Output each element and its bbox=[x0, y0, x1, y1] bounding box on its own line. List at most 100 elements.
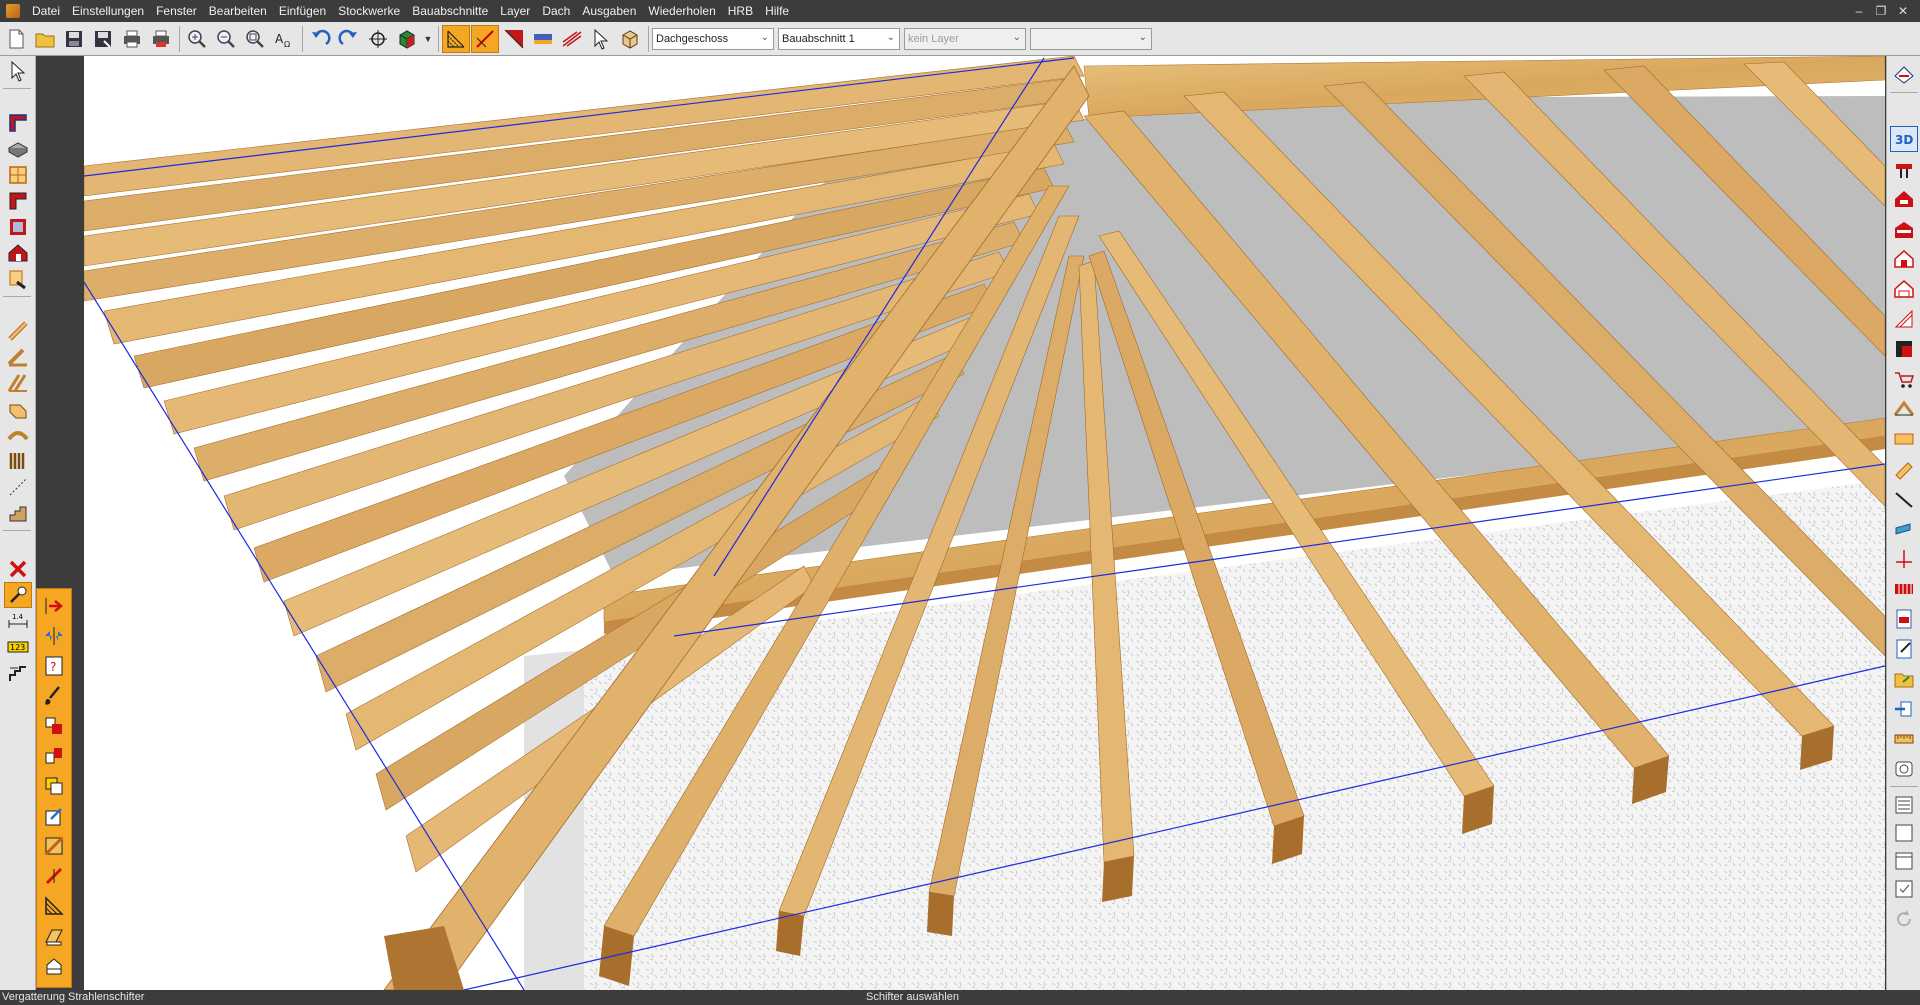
split-tool[interactable] bbox=[40, 863, 68, 889]
cylinder-tool[interactable] bbox=[1890, 516, 1918, 542]
menu-bauabschnitte[interactable]: Bauabschnitte bbox=[406, 0, 494, 22]
mirror-tool[interactable] bbox=[40, 623, 68, 649]
insert-arrow-tool[interactable] bbox=[40, 593, 68, 619]
stair-edit-tool[interactable] bbox=[4, 660, 32, 686]
list-tool[interactable] bbox=[1890, 792, 1918, 818]
clock-tool[interactable] bbox=[1890, 756, 1918, 782]
close-icon[interactable]: ✕ bbox=[1892, 0, 1914, 22]
cart-tool[interactable] bbox=[1890, 366, 1918, 392]
house-front-tool[interactable] bbox=[1890, 216, 1918, 242]
doc-tool[interactable] bbox=[1890, 606, 1918, 632]
menu-hrb[interactable]: HRB bbox=[722, 0, 759, 22]
rafter-pair-tool[interactable] bbox=[4, 370, 32, 396]
plane-tool[interactable] bbox=[40, 923, 68, 949]
layer-tool[interactable] bbox=[1890, 62, 1918, 88]
menu-einfuegen[interactable]: Einfügen bbox=[273, 0, 332, 22]
help-tool[interactable]: ? bbox=[40, 653, 68, 679]
empty-select[interactable]: ⌄ bbox=[1030, 27, 1152, 50]
menu-stockwerke[interactable]: Stockwerke bbox=[332, 0, 406, 22]
menu-dach[interactable]: Dach bbox=[536, 0, 576, 22]
zoom-in-button[interactable] bbox=[183, 25, 211, 53]
3d-view-tool[interactable]: 3D bbox=[1890, 126, 1918, 152]
pointer-button[interactable] bbox=[587, 25, 615, 53]
line-tool[interactable] bbox=[1890, 486, 1918, 512]
refresh-tool[interactable] bbox=[1890, 906, 1918, 932]
paint-tool[interactable] bbox=[40, 683, 68, 709]
move-tool[interactable] bbox=[40, 713, 68, 739]
roof-3d-scene[interactable] bbox=[84, 56, 1885, 990]
menu-fenster[interactable]: Fenster bbox=[150, 0, 203, 22]
restore-icon[interactable]: ❐ bbox=[1870, 0, 1892, 22]
rotate-tool[interactable] bbox=[40, 743, 68, 769]
ruler-tool[interactable] bbox=[1890, 726, 1918, 752]
menu-wiederholen[interactable]: Wiederholen bbox=[642, 0, 721, 22]
print-button[interactable] bbox=[118, 25, 146, 53]
save-as-button[interactable] bbox=[89, 25, 117, 53]
menu-layer[interactable]: Layer bbox=[494, 0, 536, 22]
stack-tool[interactable] bbox=[40, 953, 68, 979]
dim-line-tool[interactable] bbox=[4, 474, 32, 500]
roof-red-button[interactable] bbox=[500, 25, 528, 53]
beam-yellow-tool[interactable] bbox=[1890, 456, 1918, 482]
roof-cut-tool[interactable] bbox=[1890, 306, 1918, 332]
house-red-tool[interactable] bbox=[1890, 186, 1918, 212]
3d-box-button[interactable] bbox=[393, 25, 421, 53]
redo-button[interactable] bbox=[335, 25, 363, 53]
gable-tool[interactable] bbox=[1890, 396, 1918, 422]
numbering-tool[interactable]: 123 bbox=[4, 634, 32, 660]
rafter-grid-button[interactable] bbox=[442, 24, 470, 53]
select-tool[interactable] bbox=[4, 58, 32, 84]
print-preview-button[interactable] bbox=[147, 25, 175, 53]
house-side-tool[interactable] bbox=[1890, 246, 1918, 272]
panel-tool[interactable] bbox=[1890, 426, 1918, 452]
pen-tool[interactable] bbox=[4, 266, 32, 292]
axis-tool[interactable] bbox=[1890, 546, 1918, 572]
view-options-dropdown[interactable]: ▼ bbox=[422, 25, 434, 53]
3d-viewport[interactable] bbox=[84, 56, 1885, 990]
doc-edit-tool[interactable] bbox=[1890, 636, 1918, 662]
slab-tool[interactable] bbox=[4, 136, 32, 162]
roof-frame-tool[interactable] bbox=[1890, 336, 1918, 362]
frame-tool[interactable] bbox=[1890, 820, 1918, 846]
room-tool[interactable] bbox=[4, 214, 32, 240]
roof-blue-button[interactable] bbox=[529, 25, 557, 53]
menu-ausgaben[interactable]: Ausgaben bbox=[576, 0, 642, 22]
menu-bearbeiten[interactable]: Bearbeiten bbox=[203, 0, 273, 22]
roof-tool[interactable] bbox=[4, 188, 32, 214]
layer-select[interactable]: kein Layer ⌄ bbox=[904, 27, 1026, 50]
wall-tool[interactable] bbox=[4, 110, 32, 136]
house-tool[interactable] bbox=[4, 240, 32, 266]
crosshair-button[interactable] bbox=[364, 25, 392, 53]
export-tool[interactable] bbox=[1890, 696, 1918, 722]
slope-tool[interactable] bbox=[40, 893, 68, 919]
rafter-tool[interactable] bbox=[4, 344, 32, 370]
fill-tool[interactable] bbox=[40, 833, 68, 859]
rafter-edit-button[interactable] bbox=[471, 24, 499, 53]
section-select[interactable]: Bauabschnitt 1 ⌄ bbox=[778, 27, 900, 50]
text-button[interactable]: AΩ bbox=[270, 25, 298, 53]
cube-button[interactable] bbox=[616, 25, 644, 53]
floor-select[interactable]: Dachgeschoss ⌄ bbox=[652, 27, 774, 50]
undo-button[interactable] bbox=[306, 25, 334, 53]
save-button[interactable] bbox=[60, 25, 88, 53]
dimension-tool[interactable]: 1.4 bbox=[4, 608, 32, 634]
stairs-tool[interactable] bbox=[4, 500, 32, 526]
menu-einstellungen[interactable]: Einstellungen bbox=[66, 0, 150, 22]
copy-tool[interactable] bbox=[40, 773, 68, 799]
delete-tool[interactable] bbox=[4, 556, 32, 582]
batten-tool[interactable] bbox=[1890, 576, 1918, 602]
checkbox-tool[interactable] bbox=[1890, 876, 1918, 902]
wizard-tool[interactable] bbox=[4, 582, 32, 608]
window-tool[interactable] bbox=[4, 162, 32, 188]
zoom-window-button[interactable] bbox=[241, 25, 269, 53]
page-tool[interactable] bbox=[1890, 848, 1918, 874]
menu-hilfe[interactable]: Hilfe bbox=[759, 0, 795, 22]
truss-tool[interactable] bbox=[4, 396, 32, 422]
menu-datei[interactable]: Datei bbox=[26, 0, 66, 22]
arch-tool[interactable] bbox=[4, 422, 32, 448]
rafter-multi-button[interactable] bbox=[558, 25, 586, 53]
columns-tool[interactable] bbox=[4, 448, 32, 474]
house-outline-tool[interactable] bbox=[1890, 276, 1918, 302]
open-button[interactable] bbox=[31, 25, 59, 53]
zoom-out-button[interactable] bbox=[212, 25, 240, 53]
